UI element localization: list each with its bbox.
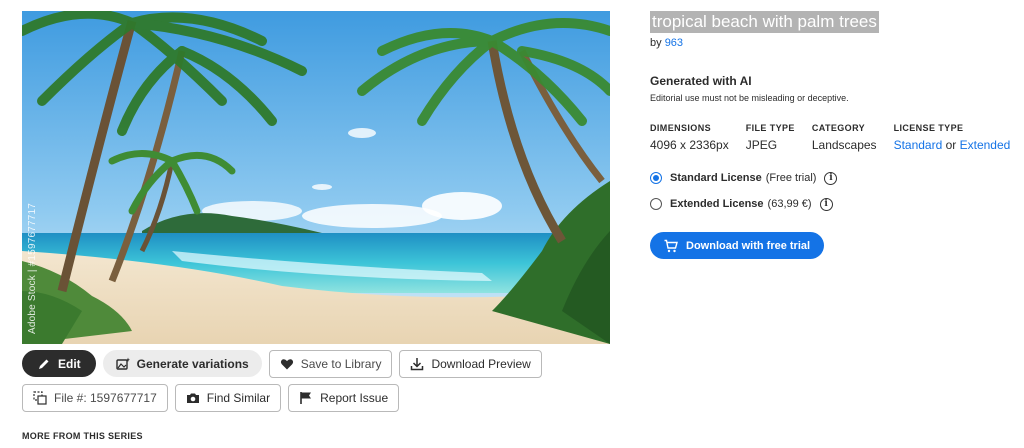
license-type-value: Standard or Extended <box>894 138 1011 152</box>
extended-license-name: Extended License <box>670 198 764 210</box>
flag-icon <box>300 392 312 404</box>
spec-dimensions: DIMENSIONS 4096 x 2336px <box>650 123 729 152</box>
license-options: Standard License (Free trial) i Extended… <box>650 168 1020 214</box>
spec-category: CATEGORY Landscapes <box>812 123 877 152</box>
file-type-value: JPEG <box>745 138 778 152</box>
author-link[interactable]: 963 <box>665 37 683 49</box>
edit-label: Edit <box>58 356 81 371</box>
author-line: by 963 <box>650 37 1020 49</box>
extended-license-link[interactable]: Extended <box>960 138 1011 152</box>
copy-icon <box>33 391 47 405</box>
asset-title: tropical beach with palm trees <box>650 11 879 33</box>
download-preview-label: Download Preview <box>431 357 531 371</box>
pencil-icon <box>39 359 49 369</box>
asset-details-panel: tropical beach with palm trees by 963 Ge… <box>650 11 1020 259</box>
edit-button[interactable]: Edit <box>22 350 96 377</box>
image-actions: Edit Generate variations Save to Library… <box>22 350 542 378</box>
stock-image[interactable]: Adobe Stock | #1597677717 <box>22 11 610 344</box>
save-to-library-button[interactable]: Save to Library <box>268 350 393 378</box>
license-or: or <box>945 138 957 152</box>
camera-icon <box>186 393 199 403</box>
info-icon[interactable]: i <box>824 171 838 185</box>
by-prefix: by <box>650 37 662 49</box>
save-to-library-label: Save to Library <box>300 357 382 371</box>
download-free-trial-label: Download with free trial <box>686 239 811 252</box>
find-similar-button[interactable]: Find Similar <box>174 384 282 412</box>
extended-license-note: (63,99 €) <box>767 198 812 210</box>
info-icon[interactable]: i <box>819 197 833 211</box>
heart-icon <box>280 359 293 370</box>
extended-license-radio[interactable] <box>650 198 662 210</box>
image-sparkle-icon <box>115 357 130 370</box>
download-preview-button[interactable]: Download Preview <box>399 350 542 378</box>
file-number-label: File #: 1597677717 <box>54 391 157 405</box>
dimensions-value: 4096 x 2336px <box>650 138 729 152</box>
standard-license-radio[interactable] <box>650 172 662 184</box>
standard-license-note: (Free trial) <box>765 172 817 184</box>
spec-license-type: LICENSE TYPE Standard or Extended <box>894 123 1011 152</box>
watermark: Adobe Stock | #1597677717 <box>27 202 38 334</box>
ai-heading: Generated with AI <box>650 74 752 88</box>
report-issue-label: Report Issue <box>320 391 389 405</box>
cart-icon <box>664 239 678 252</box>
download-free-trial-button[interactable]: Download with free trial <box>650 232 825 259</box>
spec-file-type: FILE TYPE JPEG <box>746 123 795 152</box>
report-issue-button[interactable]: Report Issue <box>288 384 400 412</box>
beach-illustration <box>22 11 610 344</box>
standard-license-link[interactable]: Standard <box>894 138 943 152</box>
category-link[interactable]: Landscapes <box>812 138 877 152</box>
ai-note: Editorial use must not be misleading or … <box>650 93 849 103</box>
extended-license-option[interactable]: Extended License (63,99 €) i <box>650 194 1020 214</box>
image-meta-actions: File #: 1597677717 Find Similar Report I… <box>22 384 400 412</box>
dimensions-label: DIMENSIONS <box>650 123 712 133</box>
generate-variations-button[interactable]: Generate variations <box>102 350 262 377</box>
file-number-button[interactable]: File #: 1597677717 <box>22 384 168 412</box>
generate-variations-label: Generate variations <box>136 356 249 371</box>
license-type-label: LICENSE TYPE <box>893 123 964 133</box>
more-from-series-heading: MORE FROM THIS SERIES <box>22 431 143 441</box>
file-type-label: FILE TYPE <box>745 123 795 133</box>
asset-specs: DIMENSIONS 4096 x 2336px FILE TYPE JPEG … <box>650 123 1020 152</box>
download-icon <box>411 358 424 371</box>
find-similar-label: Find Similar <box>206 391 271 405</box>
standard-license-option[interactable]: Standard License (Free trial) i <box>650 168 1020 188</box>
standard-license-name: Standard License <box>670 172 762 184</box>
category-label: CATEGORY <box>811 123 866 133</box>
